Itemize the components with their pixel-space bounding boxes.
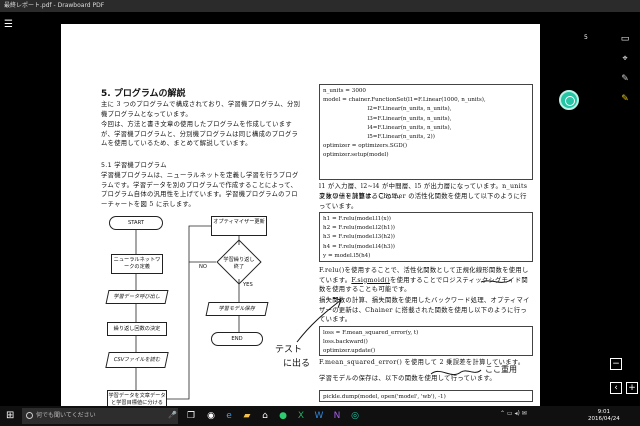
window-titlebar: 最終レポート.pdf - Drawboard PDF	[0, 0, 640, 12]
edge-icon[interactable]: e	[222, 409, 236, 423]
radial-menu-button[interactable]	[559, 90, 579, 110]
drawboard-icon[interactable]: ◎	[348, 409, 362, 423]
chrome-icon[interactable]: ◉	[204, 409, 218, 423]
zoom-in-button[interactable]: +	[626, 382, 638, 394]
system-tray[interactable]: ⌃ ▭ ◂) ✉	[500, 410, 527, 417]
clock-date: 2016/04/24	[588, 415, 620, 422]
explorer-icon[interactable]: ▰	[240, 409, 254, 423]
page-indicator: 5	[584, 34, 588, 41]
clock[interactable]: 9:01 2016/04/24	[588, 409, 620, 422]
cortana-search[interactable]: 何でも聞いてください	[22, 408, 178, 424]
taskbar: ⊞ 何でも聞いてください 🎤 ❐ ◉ e ▰ ⌂ ● X W N ◎ ⌃ ▭ ◂…	[0, 406, 640, 426]
pen-icon[interactable]: ✎	[614, 74, 636, 94]
pdf-viewer: ☰ 5. プログラムの解説 主に 3 つのプログラムで構成されており、学習機プロ…	[0, 12, 640, 406]
windows-start-icon[interactable]: ⊞	[6, 410, 18, 422]
chat-icon[interactable]: ●	[276, 409, 290, 423]
prev-page-button[interactable]: ‹	[610, 382, 622, 394]
task-view-icon[interactable]: ❐	[184, 409, 198, 423]
search-placeholder: 何でも聞いてください	[36, 412, 96, 419]
search-icon	[26, 412, 33, 419]
word-icon[interactable]: W	[312, 409, 326, 423]
excel-icon[interactable]: X	[294, 409, 308, 423]
ink-strokes	[296, 279, 512, 376]
select-icon[interactable]: ⌖	[614, 54, 636, 74]
pdf-page[interactable]: 5. プログラムの解説 主に 3 つのプログラムで構成されており、学習機プログラ…	[61, 24, 540, 406]
highlighter-icon[interactable]: ✎	[614, 94, 636, 114]
onenote-icon[interactable]: N	[330, 409, 344, 423]
zoom-out-button[interactable]: −	[610, 358, 622, 370]
zoom-controls: −	[610, 358, 638, 382]
store-icon[interactable]: ⌂	[258, 409, 272, 423]
microphone-icon[interactable]: 🎤	[168, 411, 177, 419]
tool-rail: ▭ ⌖ ✎ ✎	[614, 34, 636, 114]
hamburger-menu-icon[interactable]: ☰	[4, 20, 16, 30]
window-icon[interactable]: ▭	[614, 34, 636, 54]
